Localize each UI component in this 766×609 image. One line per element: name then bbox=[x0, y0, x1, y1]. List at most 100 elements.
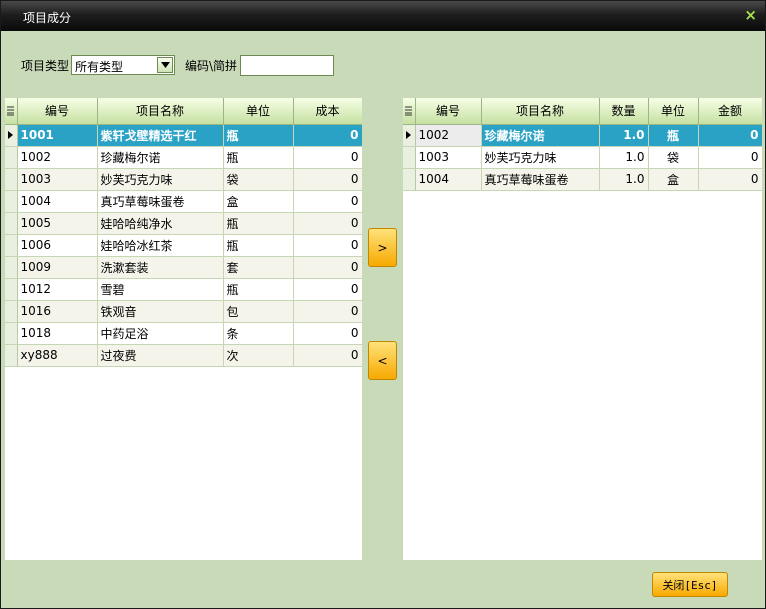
row-indicator[interactable] bbox=[5, 146, 18, 169]
cell-cost[interactable]: 0 bbox=[293, 124, 362, 147]
table-row[interactable]: 1002 珍藏梅尔诺瓶 0 bbox=[5, 146, 362, 169]
cell-code[interactable]: 1001 bbox=[17, 124, 98, 147]
cell-code[interactable]: 1003 bbox=[17, 168, 98, 191]
col-name[interactable]: 项目名称 bbox=[481, 98, 600, 125]
row-indicator[interactable] bbox=[5, 300, 18, 323]
cell-name[interactable]: 真巧草莓味蛋卷 bbox=[97, 190, 224, 213]
cell-code[interactable]: 1002 bbox=[17, 146, 98, 169]
col-code[interactable]: 编号 bbox=[415, 98, 482, 125]
cell-cost[interactable]: 0 bbox=[293, 190, 362, 213]
cell-cost[interactable]: 0 bbox=[293, 168, 362, 191]
chevron-down-icon[interactable] bbox=[157, 57, 174, 73]
row-indicator[interactable] bbox=[5, 190, 18, 213]
cell-unit[interactable]: 瓶 bbox=[223, 124, 294, 147]
cell-unit[interactable]: 袋 bbox=[223, 168, 294, 191]
cell-unit[interactable]: 瓶 bbox=[223, 278, 294, 301]
remove-item-button[interactable]: < bbox=[368, 341, 397, 380]
close-icon[interactable]: × bbox=[744, 6, 757, 24]
col-amount[interactable]: 金额 bbox=[698, 98, 762, 125]
cell-cost[interactable]: 0 bbox=[293, 256, 362, 279]
row-indicator[interactable] bbox=[5, 168, 18, 191]
table-row[interactable]: 1004 真巧草莓味蛋卷 1.0 盒 0 bbox=[403, 168, 762, 191]
row-indicator[interactable] bbox=[403, 146, 416, 169]
cell-cost[interactable]: 0 bbox=[293, 212, 362, 235]
cell-code[interactable]: 1004 bbox=[415, 168, 482, 191]
cell-unit[interactable]: 瓶 bbox=[648, 124, 699, 147]
row-indicator[interactable] bbox=[403, 124, 416, 147]
row-indicator[interactable] bbox=[5, 278, 18, 301]
table-row[interactable]: 1005 娃哈哈纯净水瓶 0 bbox=[5, 212, 362, 235]
cell-name[interactable]: 娃哈哈冰红茶 bbox=[97, 234, 224, 257]
cell-unit[interactable]: 盒 bbox=[223, 190, 294, 213]
cell-cost[interactable]: 0 bbox=[293, 300, 362, 323]
col-unit[interactable]: 单位 bbox=[223, 98, 294, 125]
cell-code[interactable]: 1004 bbox=[17, 190, 98, 213]
col-code[interactable]: 编号 bbox=[17, 98, 98, 125]
cell-unit[interactable]: 盒 bbox=[648, 168, 699, 191]
row-indicator[interactable] bbox=[5, 344, 18, 367]
available-items-grid[interactable]: 编号 项目名称 单位 成本 1001 紫轩戈壁精选干红瓶 0 1002 珍藏梅尔诺瓶 0 1… bbox=[5, 98, 362, 560]
col-name[interactable]: 项目名称 bbox=[97, 98, 224, 125]
cell-code[interactable]: 1002 bbox=[415, 124, 482, 147]
cell-unit[interactable]: 套 bbox=[223, 256, 294, 279]
cell-code[interactable]: 1005 bbox=[17, 212, 98, 235]
cell-name[interactable]: 珍藏梅尔诺 bbox=[481, 124, 600, 147]
cell-unit[interactable]: 包 bbox=[223, 300, 294, 323]
table-row[interactable]: 1018 中药足浴条 0 bbox=[5, 322, 362, 345]
column-menu-icon[interactable] bbox=[5, 98, 18, 125]
table-row[interactable]: 1004 真巧草莓味蛋卷盒 0 bbox=[5, 190, 362, 213]
table-row[interactable]: 1003 妙芙巧克力味袋 0 bbox=[5, 168, 362, 191]
cell-name[interactable]: 珍藏梅尔诺 bbox=[97, 146, 224, 169]
table-row[interactable]: 1001 紫轩戈壁精选干红瓶 0 bbox=[5, 124, 362, 147]
cell-name[interactable]: 娃哈哈纯净水 bbox=[97, 212, 224, 235]
cell-unit[interactable]: 条 bbox=[223, 322, 294, 345]
table-row[interactable]: 1016 铁观音包 0 bbox=[5, 300, 362, 323]
row-indicator[interactable] bbox=[5, 234, 18, 257]
table-row[interactable]: 1006 娃哈哈冰红茶瓶 0 bbox=[5, 234, 362, 257]
cell-cost[interactable]: 0 bbox=[293, 234, 362, 257]
cell-cost[interactable]: 0 bbox=[293, 344, 362, 367]
cell-name[interactable]: 雪碧 bbox=[97, 278, 224, 301]
row-indicator[interactable] bbox=[403, 168, 416, 191]
table-row[interactable]: 1003 妙芙巧克力味 1.0 袋 0 bbox=[403, 146, 762, 169]
table-row[interactable]: 1009 洗漱套装套 0 bbox=[5, 256, 362, 279]
row-indicator[interactable] bbox=[5, 256, 18, 279]
cell-name[interactable]: 中药足浴 bbox=[97, 322, 224, 345]
cell-name[interactable]: 紫轩戈壁精选干红 bbox=[97, 124, 224, 147]
col-unit[interactable]: 单位 bbox=[648, 98, 699, 125]
cell-unit[interactable]: 瓶 bbox=[223, 212, 294, 235]
cell-name[interactable]: 妙芙巧克力味 bbox=[481, 146, 600, 169]
cell-unit[interactable]: 袋 bbox=[648, 146, 699, 169]
table-row[interactable]: 1002 珍藏梅尔诺 1.0 瓶 0 bbox=[403, 124, 762, 147]
selected-items-grid[interactable]: 编号 项目名称 数量 单位 金额 1002 珍藏梅尔诺 1.0 瓶 0 1003 妙芙巧克力… bbox=[403, 98, 762, 560]
cell-qty[interactable]: 1.0 bbox=[599, 124, 649, 147]
code-search-input[interactable] bbox=[240, 54, 335, 76]
cell-name[interactable]: 铁观音 bbox=[97, 300, 224, 323]
cell-name[interactable]: 过夜费 bbox=[97, 344, 224, 367]
cell-name[interactable]: 妙芙巧克力味 bbox=[97, 168, 224, 191]
row-indicator[interactable] bbox=[5, 322, 18, 345]
type-select[interactable]: 所有类型 bbox=[71, 55, 176, 75]
cell-cost[interactable]: 0 bbox=[293, 322, 362, 345]
cell-qty[interactable]: 1.0 bbox=[599, 146, 649, 169]
cell-name[interactable]: 真巧草莓味蛋卷 bbox=[481, 168, 600, 191]
cell-code[interactable]: 1016 bbox=[17, 300, 98, 323]
cell-unit[interactable]: 次 bbox=[223, 344, 294, 367]
cell-code[interactable]: 1012 bbox=[17, 278, 98, 301]
row-indicator[interactable] bbox=[5, 124, 18, 147]
cell-qty[interactable]: 1.0 bbox=[599, 168, 649, 191]
add-item-button[interactable]: > bbox=[368, 228, 397, 267]
col-cost[interactable]: 成本 bbox=[293, 98, 362, 125]
cell-amount[interactable]: 0 bbox=[698, 124, 762, 147]
col-qty[interactable]: 数量 bbox=[599, 98, 649, 125]
cell-code[interactable]: 1018 bbox=[17, 322, 98, 345]
cell-cost[interactable]: 0 bbox=[293, 278, 362, 301]
cell-amount[interactable]: 0 bbox=[698, 168, 762, 191]
table-row[interactable]: xy888 过夜费次 0 bbox=[5, 344, 362, 367]
cell-unit[interactable]: 瓶 bbox=[223, 146, 294, 169]
cell-code[interactable]: 1009 bbox=[17, 256, 98, 279]
cell-amount[interactable]: 0 bbox=[698, 146, 762, 169]
cell-code[interactable]: xy888 bbox=[17, 344, 98, 367]
column-menu-icon[interactable] bbox=[403, 98, 416, 125]
close-button[interactable]: 关闭[Esc] bbox=[652, 572, 728, 597]
